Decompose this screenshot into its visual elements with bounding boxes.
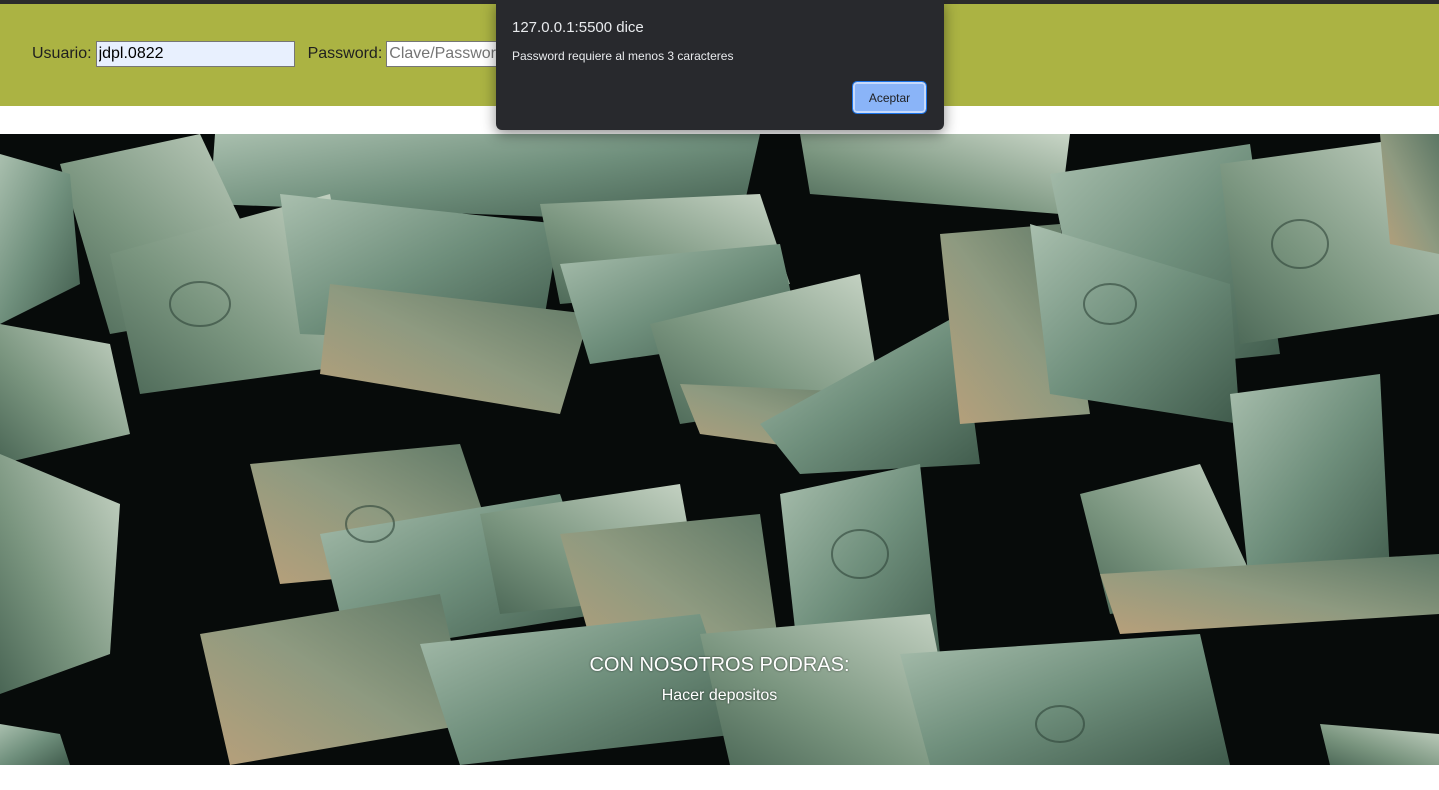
alert-message: Password requiere al menos 3 caracteres bbox=[512, 49, 734, 63]
hero-banner: CON NOSOTROS PODRAS: Hacer depositos bbox=[0, 134, 1439, 765]
alert-dialog: 127.0.0.1:5500 dice Password requiere al… bbox=[496, 0, 944, 130]
accept-button[interactable]: Aceptar bbox=[852, 81, 927, 114]
banner-title: CON NOSOTROS PODRAS: bbox=[589, 654, 850, 676]
user-input[interactable] bbox=[95, 41, 295, 67]
password-label: Password: bbox=[307, 45, 383, 62]
banner-subtitle: Hacer depositos bbox=[661, 687, 778, 704]
alert-title: 127.0.0.1:5500 dice bbox=[512, 19, 644, 36]
user-label: Usuario: bbox=[32, 45, 92, 62]
